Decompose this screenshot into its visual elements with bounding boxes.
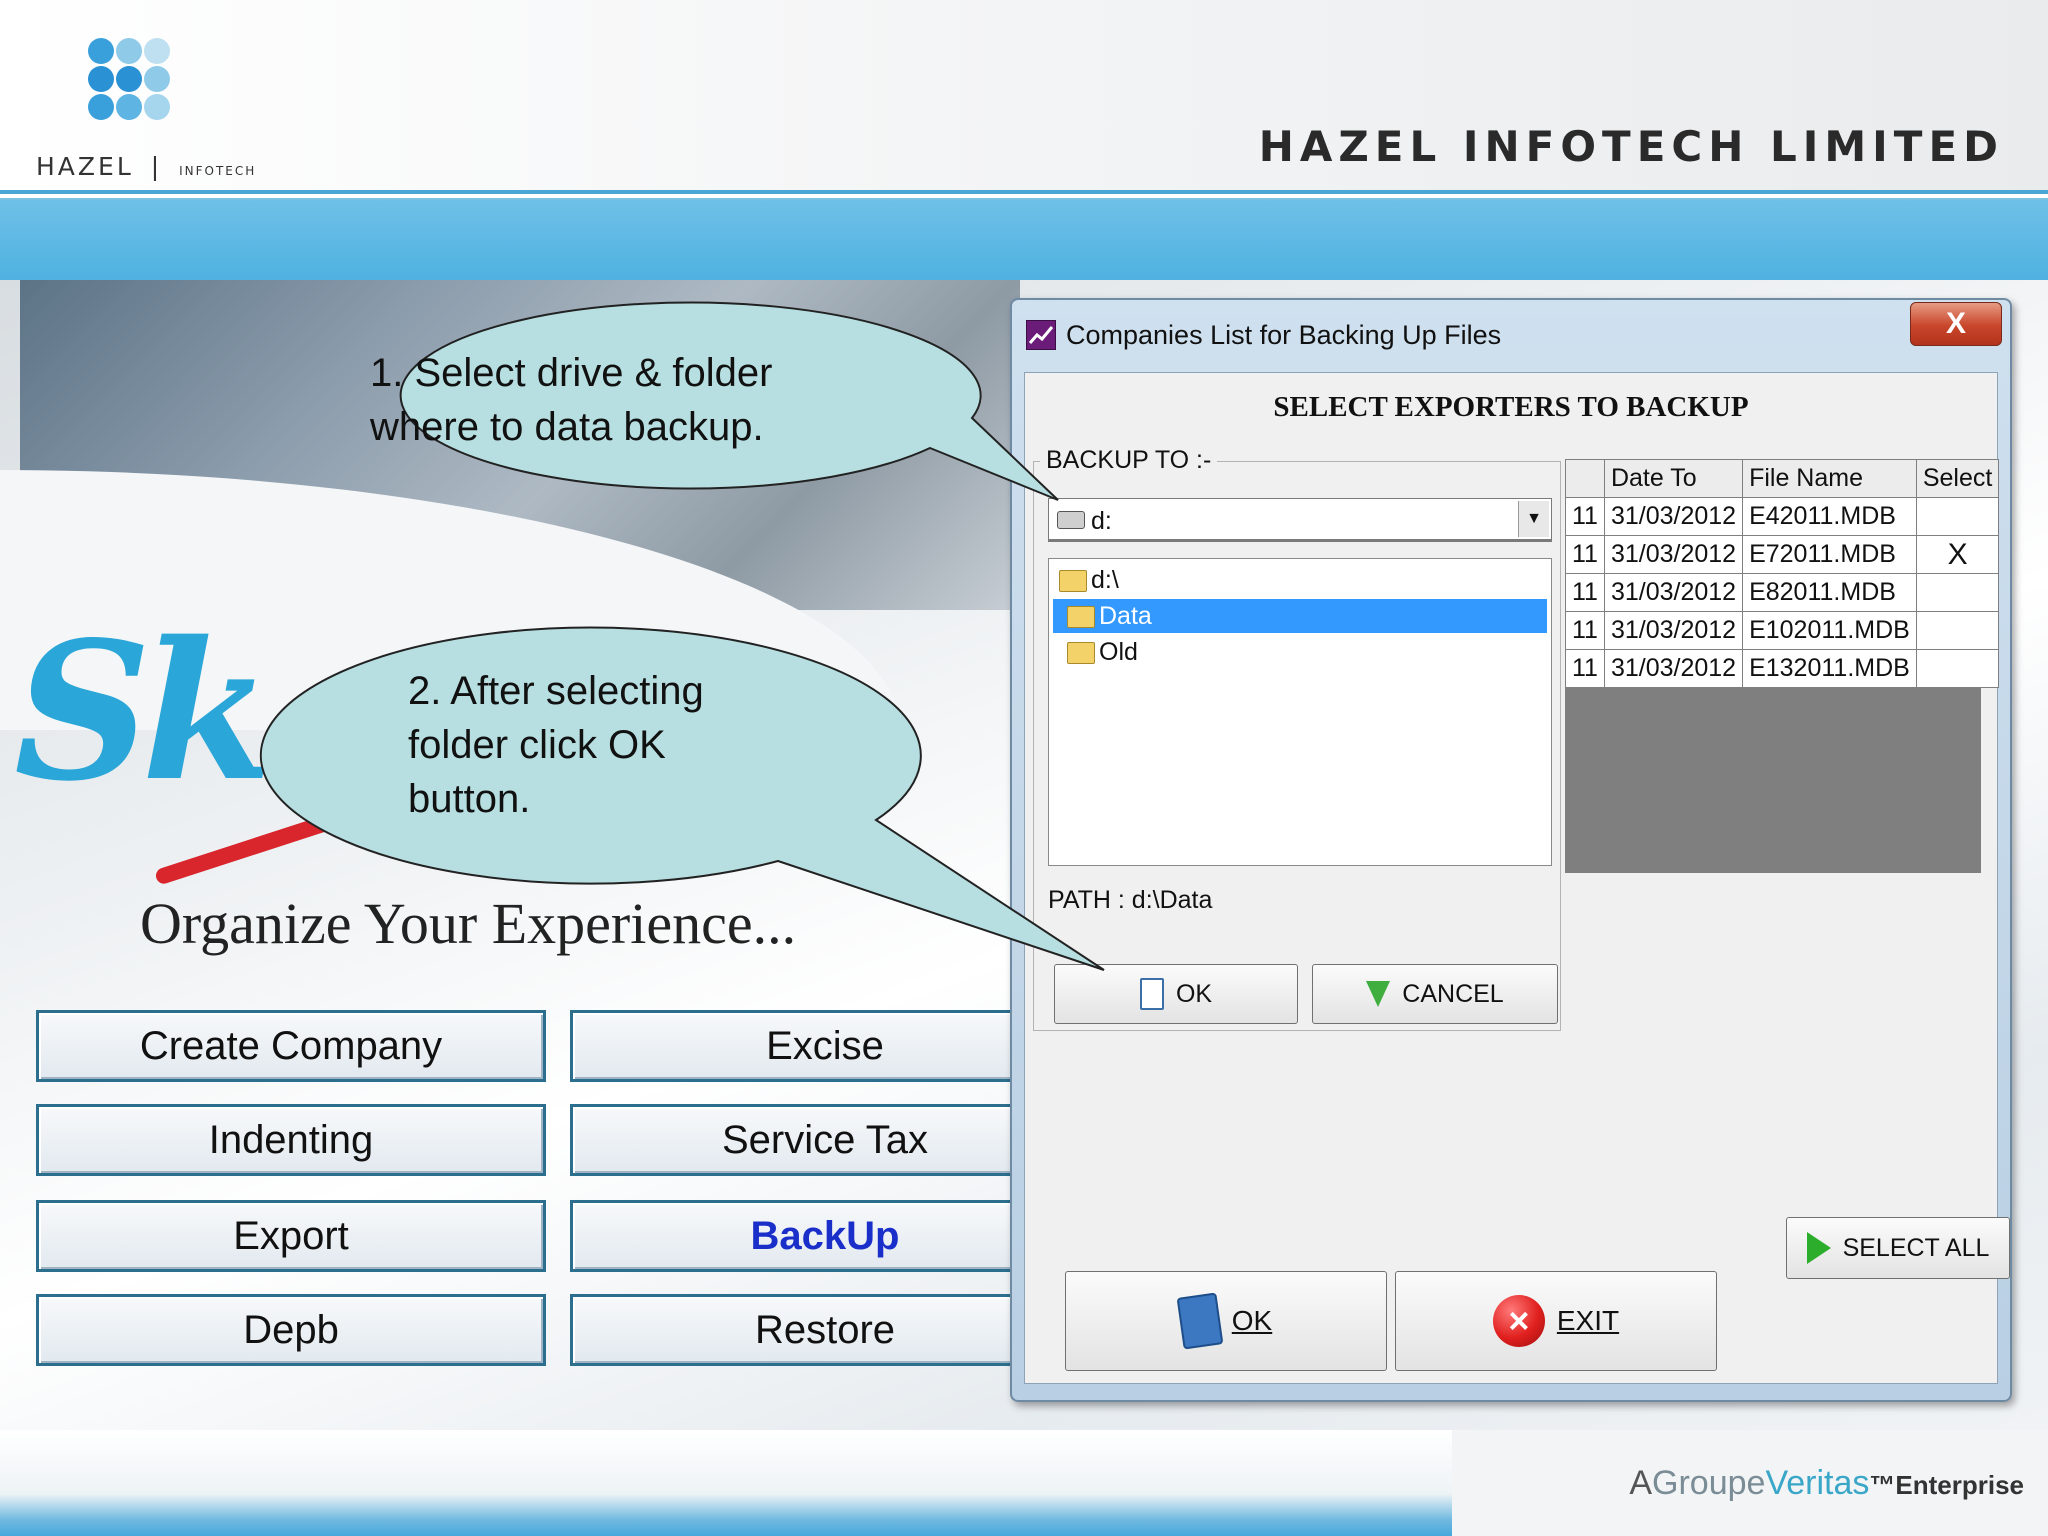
footer-band	[0, 1430, 1452, 1536]
brand-groupe: Groupe	[1652, 1464, 1766, 1502]
brand-suffix: Enterprise	[1895, 1470, 2024, 1500]
callout-text-1: 1. Select drive & folder where to data b…	[370, 351, 773, 449]
callout-shapes	[259, 301, 1105, 971]
callout-text-2: 2. After selecting folder click OK butto…	[408, 669, 704, 821]
brand-prefix: A	[1629, 1464, 1653, 1502]
brand-veritas: Veritas	[1765, 1464, 1870, 1502]
groupe-veritas-brand: AGroupeVeritas™Enterprise	[1629, 1464, 2024, 1503]
brand-tm: ™	[1869, 1470, 1896, 1500]
